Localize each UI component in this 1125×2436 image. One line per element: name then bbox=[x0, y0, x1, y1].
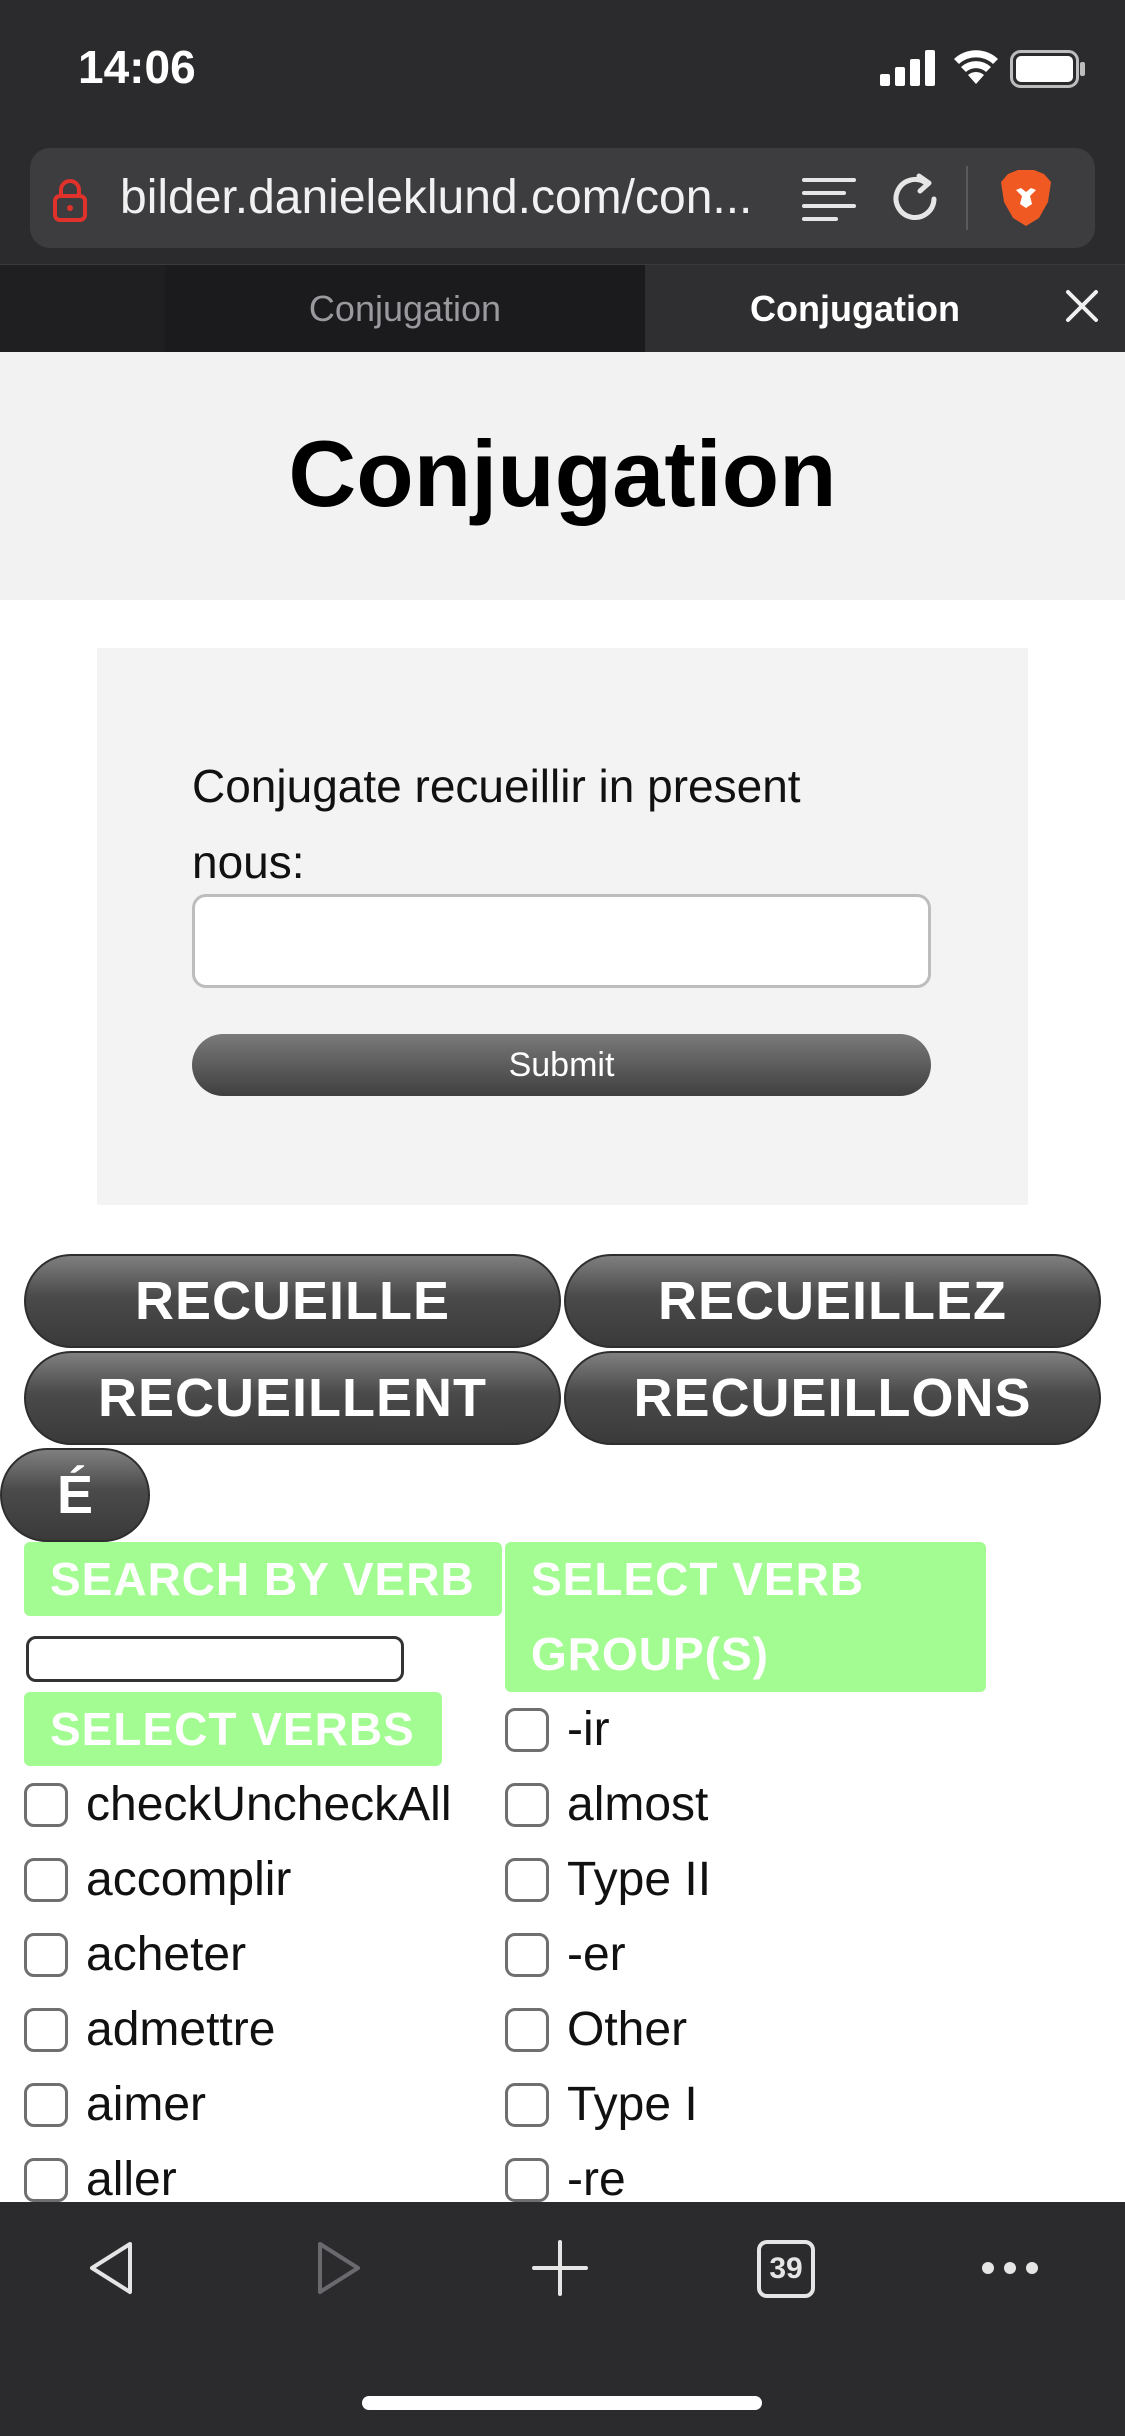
verb-checkbox-list: checkUncheckAll accomplir acheter admett… bbox=[24, 1767, 484, 2217]
toolbar-divider bbox=[966, 166, 968, 230]
lock-icon bbox=[53, 179, 87, 222]
group-item-almost[interactable]: almost bbox=[505, 1767, 965, 1842]
checkbox[interactable] bbox=[505, 1782, 549, 1827]
group-label: Type II bbox=[567, 1853, 712, 1906]
question-prompt: Conjugate recueillir in present nous: bbox=[192, 748, 952, 900]
verb-label: aimer bbox=[86, 2078, 207, 2131]
select-verb-group-label: SELECT VERB GROUP(S) bbox=[505, 1542, 986, 1692]
back-icon[interactable] bbox=[84, 2238, 140, 2298]
verb-label: aller bbox=[86, 2153, 177, 2206]
new-tab-icon[interactable] bbox=[530, 2238, 590, 2298]
group-label: Type I bbox=[567, 2078, 698, 2131]
group-label: -ir bbox=[567, 1703, 610, 1756]
choice-button-2[interactable]: RECUEILLEZ bbox=[564, 1254, 1101, 1348]
tabs-icon[interactable]: 39 bbox=[757, 2240, 815, 2298]
checkbox[interactable] bbox=[24, 2157, 68, 2202]
checkbox[interactable] bbox=[24, 1932, 68, 1977]
answer-input[interactable] bbox=[192, 894, 931, 988]
verb-label: checkUncheckAll bbox=[86, 1778, 452, 1831]
status-time: 14:06 bbox=[78, 41, 196, 93]
verb-label: accomplir bbox=[86, 1853, 292, 1906]
group-checkbox-list: -ir almost Type II -er Other Type I -re bbox=[505, 1692, 965, 2217]
reader-mode-icon[interactable] bbox=[800, 174, 858, 224]
accent-e-button[interactable]: É bbox=[0, 1448, 150, 1542]
tab-conjugation-active[interactable]: Conjugation bbox=[645, 265, 1125, 352]
more-icon[interactable] bbox=[980, 2258, 1040, 2278]
prompt-line-verb: Conjugate recueillir in present bbox=[192, 760, 801, 812]
verb-label: admettre bbox=[86, 2003, 276, 2056]
group-item-type-i[interactable]: Type I bbox=[505, 2067, 965, 2142]
home-indicator[interactable] bbox=[362, 2396, 762, 2410]
checkbox[interactable] bbox=[505, 2157, 549, 2202]
checkbox[interactable] bbox=[505, 2007, 549, 2052]
group-item-type-ii[interactable]: Type II bbox=[505, 1842, 965, 1917]
select-verbs-label: SELECT VERBS bbox=[24, 1692, 442, 1766]
verb-search-input[interactable] bbox=[26, 1636, 404, 1682]
wifi-icon bbox=[954, 50, 998, 84]
search-by-verb-label: SEARCH BY VERB bbox=[24, 1542, 502, 1616]
checkbox[interactable] bbox=[24, 2082, 68, 2127]
group-label: Other bbox=[567, 2003, 688, 2056]
checkbox[interactable] bbox=[505, 1857, 549, 1902]
checkbox[interactable] bbox=[505, 1932, 549, 1977]
forward-icon[interactable] bbox=[310, 2238, 366, 2298]
checkbox[interactable] bbox=[505, 1707, 549, 1752]
brave-lion-icon[interactable] bbox=[998, 168, 1054, 228]
checkbox[interactable] bbox=[24, 1782, 68, 1827]
choice-button-3[interactable]: RECUEILLENT bbox=[24, 1351, 561, 1445]
choice-button-4[interactable]: RECUEILLONS bbox=[564, 1351, 1101, 1445]
url-text[interactable]: bilder.danieleklund.com/con... bbox=[120, 170, 780, 225]
verb-label: acheter bbox=[86, 1928, 247, 1981]
verb-item-aimer[interactable]: aimer bbox=[24, 2067, 484, 2142]
verb-item-admettre[interactable]: admettre bbox=[24, 1992, 484, 2067]
checkbox[interactable] bbox=[505, 2082, 549, 2127]
cellular-signal-icon bbox=[880, 50, 935, 86]
page-title: Conjugation bbox=[288, 421, 837, 526]
battery-icon bbox=[1010, 50, 1085, 88]
verb-item-accomplir[interactable]: accomplir bbox=[24, 1842, 484, 1917]
group-item-er[interactable]: -er bbox=[505, 1917, 965, 1992]
verb-item-acheter[interactable]: acheter bbox=[24, 1917, 484, 1992]
group-item-ir[interactable]: -ir bbox=[505, 1692, 965, 1767]
tab-conjugation-inactive[interactable]: Conjugation bbox=[165, 265, 645, 352]
group-label: almost bbox=[567, 1778, 709, 1831]
group-label: -re bbox=[567, 2153, 626, 2206]
group-item-other[interactable]: Other bbox=[505, 1992, 965, 2067]
prompt-line-pronoun: nous: bbox=[192, 836, 305, 888]
checkbox[interactable] bbox=[24, 1857, 68, 1902]
verb-item-checkUncheckAll[interactable]: checkUncheckAll bbox=[24, 1767, 484, 1842]
checkbox[interactable] bbox=[24, 2007, 68, 2052]
group-label: -er bbox=[567, 1928, 626, 1981]
close-tab-icon[interactable] bbox=[1062, 286, 1102, 326]
submit-button[interactable]: Submit bbox=[192, 1034, 931, 1096]
choice-button-1[interactable]: RECUEILLE bbox=[24, 1254, 561, 1348]
reload-icon[interactable] bbox=[888, 172, 942, 226]
